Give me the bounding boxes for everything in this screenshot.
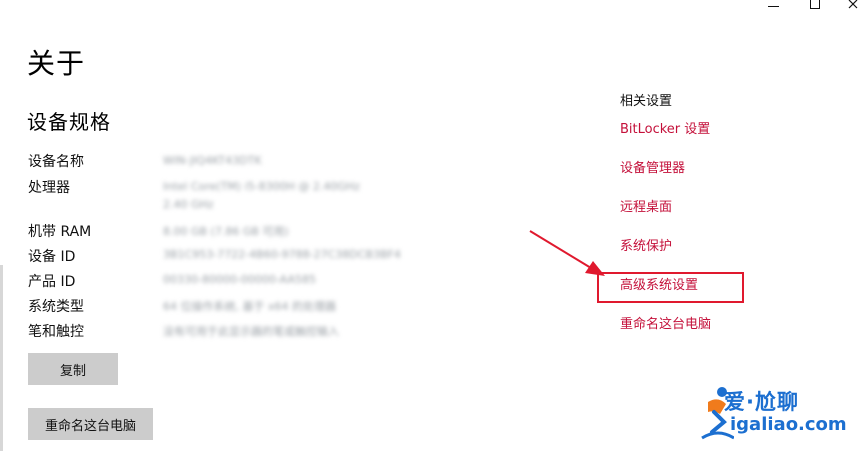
- device-specs-title: 设备规格: [27, 110, 111, 134]
- spec-label-system-type: 系统类型: [28, 299, 84, 315]
- spec-label-device-name: 设备名称: [28, 154, 84, 170]
- link-remote-desktop[interactable]: 远程桌面: [620, 196, 672, 215]
- annotation-highlight-box: [597, 272, 744, 303]
- spec-label-device-id: 设备 ID: [28, 249, 76, 265]
- maximize-button[interactable]: [800, 0, 830, 10]
- watermark-en-text: igaliao.com: [730, 414, 847, 435]
- related-settings-title: 相关设置: [620, 94, 673, 109]
- page-title: 关于: [27, 47, 86, 80]
- spec-label-processor: 处理器: [28, 180, 70, 196]
- spec-value-system-type: 64 位操作系统, 基于 x64 的处理器: [163, 300, 336, 313]
- watermark-cn-text: 爱·尬聊: [724, 390, 799, 414]
- spec-value-product-id: 00330-80000-00000-AA585: [163, 273, 316, 286]
- link-rename-pc[interactable]: 重命名这台电脑: [620, 313, 711, 332]
- maximize-icon: [810, 0, 820, 9]
- minimize-button[interactable]: [758, 0, 788, 10]
- scrollbar-edge: [0, 265, 3, 451]
- rename-pc-button[interactable]: 重命名这台电脑: [28, 408, 153, 440]
- spec-value-device-id: 3B1C953-7722-4B60-9788-27C38DCB3BF4: [163, 248, 401, 261]
- close-icon: [848, 0, 858, 9]
- spec-value-ram: 8.00 GB (7.86 GB 可用): [163, 225, 289, 238]
- spec-label-ram: 机带 RAM: [28, 224, 92, 240]
- spec-value-processor-line2: 2.40 GHz: [163, 198, 214, 211]
- spec-value-device-name: WIN-JIQ4KT43DTK: [163, 154, 262, 167]
- annotation-arrow-icon: [529, 230, 605, 276]
- copy-button[interactable]: 复制: [28, 353, 118, 385]
- minimize-icon: [767, 6, 779, 7]
- link-system-protection[interactable]: 系统保护: [620, 235, 672, 254]
- spec-label-pen-touch: 笔和触控: [28, 324, 84, 340]
- link-bitlocker[interactable]: BitLocker 设置: [620, 118, 710, 137]
- link-device-manager[interactable]: 设备管理器: [620, 157, 685, 176]
- spec-label-product-id: 产品 ID: [28, 274, 76, 290]
- spec-value-pen-touch: 没有可用于此显示器的笔或触控输入: [163, 325, 339, 338]
- spec-value-processor: Intel Core(TM) i5-8300H @ 2.40GHz: [163, 180, 360, 193]
- close-button[interactable]: [842, 0, 866, 10]
